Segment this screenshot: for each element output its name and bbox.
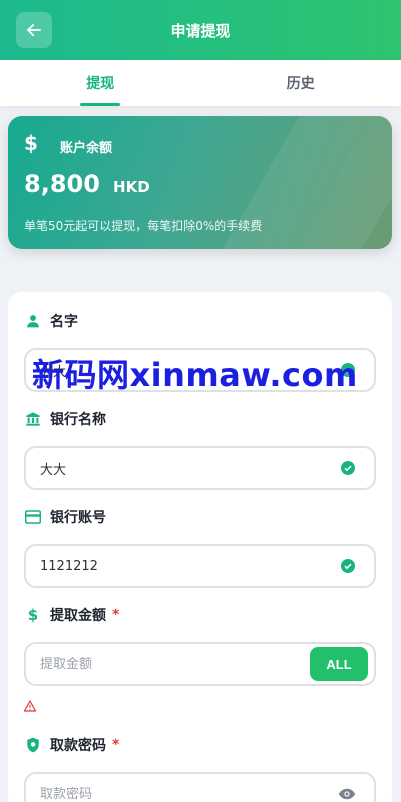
check-icon (341, 559, 355, 573)
amount-label: $ 提取金额 * (24, 605, 120, 625)
all-button[interactable]: ALL (310, 647, 368, 681)
shield-icon (24, 737, 42, 753)
tab-bar: 提现 历史 (0, 60, 401, 106)
arrow-left-icon (27, 23, 41, 37)
balance-label: 账户余额 (60, 141, 113, 156)
balance-note: 单笔50元起可以提现，每笔扣除0%的手续费 (24, 219, 263, 233)
watermark: 新码网xinmaw.com (32, 356, 358, 394)
password-input[interactable] (40, 786, 290, 802)
credit-card-icon (24, 510, 42, 524)
tab-history[interactable]: 历史 (201, 60, 401, 106)
dollar-icon: $ (24, 131, 38, 155)
password-label: 取款密码 * (24, 735, 119, 755)
balance-currency: HKD (113, 178, 150, 196)
balance-value: 8,800 (24, 170, 100, 198)
amount-field[interactable]: ALL (24, 642, 376, 686)
bank-name-field[interactable]: 大大 (24, 446, 376, 490)
eye-icon[interactable] (338, 786, 356, 802)
bank-icon (24, 411, 42, 427)
check-icon (341, 461, 355, 475)
bank-name-value: 大大 (40, 462, 67, 478)
warning-icon (24, 700, 36, 712)
balance-amount: 8,800 HKD (24, 170, 150, 198)
bank-account-value: 1121212 (40, 558, 98, 574)
tab-withdraw[interactable]: 提现 (0, 60, 201, 106)
bank-account-label: 银行账号 (24, 507, 106, 527)
required-marker: * (112, 607, 120, 623)
bank-name-label: 银行名称 (24, 409, 106, 429)
password-field[interactable] (24, 772, 376, 802)
header-bar: 申请提现 (0, 0, 401, 60)
user-icon (24, 314, 42, 328)
bank-account-field[interactable]: 1121212 (24, 544, 376, 588)
amount-input[interactable] (40, 656, 290, 672)
page-title: 申请提现 (170, 21, 231, 40)
name-label: 名字 (24, 311, 78, 331)
back-button[interactable] (16, 12, 52, 48)
required-marker: * (112, 737, 120, 753)
dollar-sign-icon: $ (27, 606, 39, 624)
